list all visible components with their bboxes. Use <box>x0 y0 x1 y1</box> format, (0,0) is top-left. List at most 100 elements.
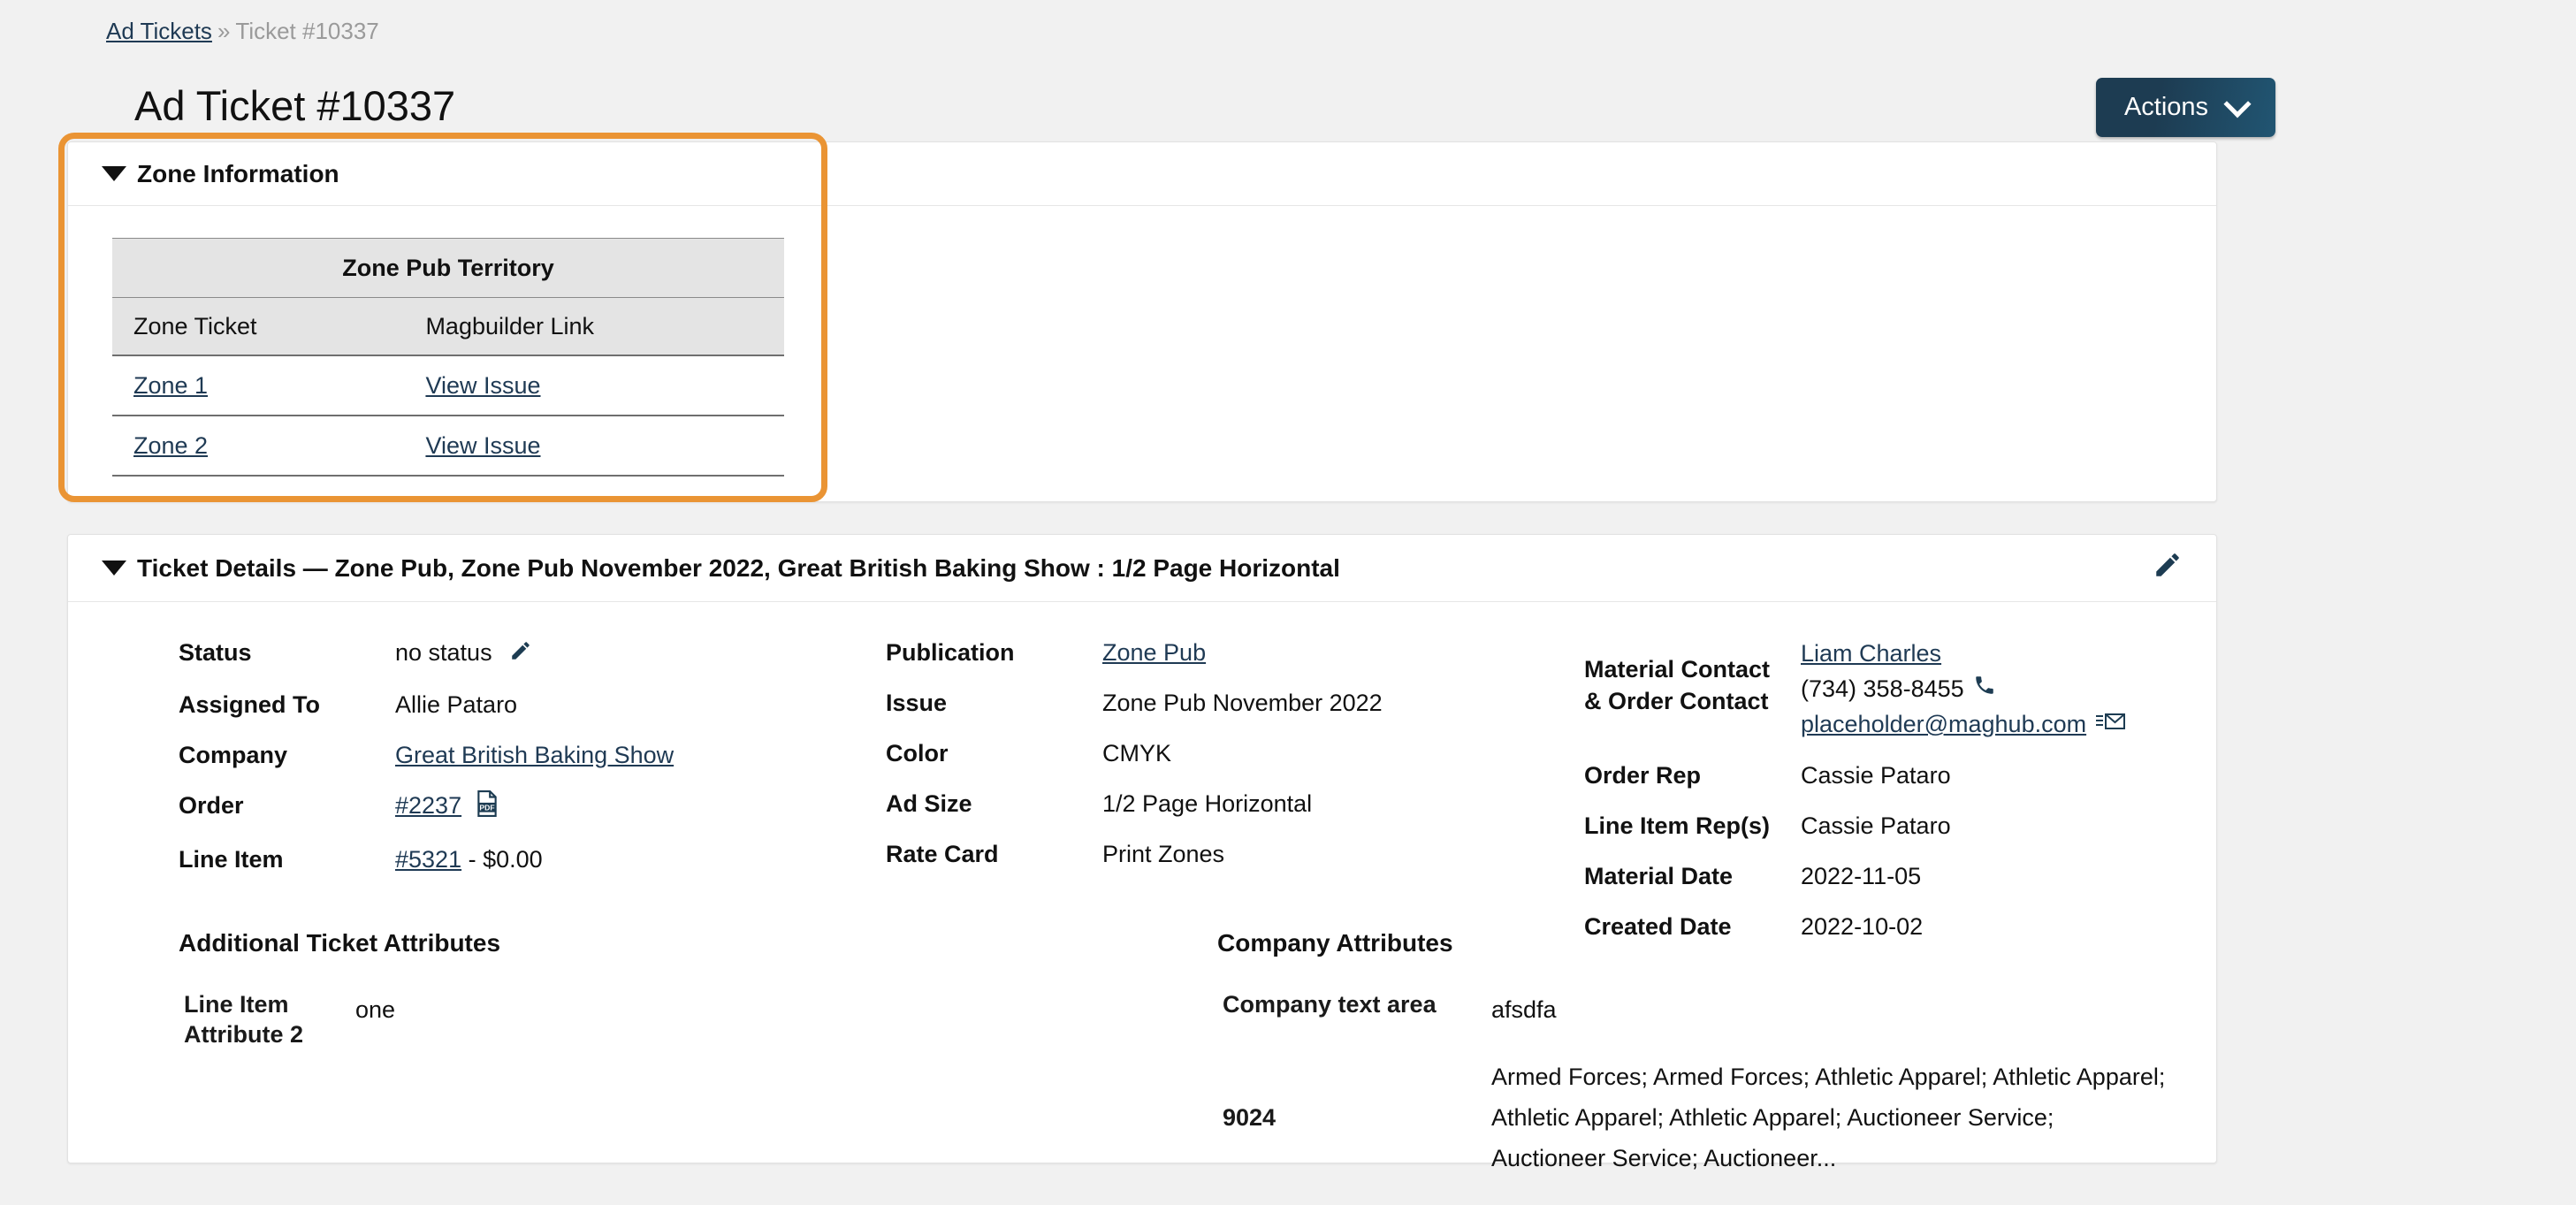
attribute-label: 9024 <box>1223 1104 1277 1131</box>
field-value: Cassie Pataro <box>1801 812 1951 839</box>
field-label: Order Rep <box>1584 762 1702 789</box>
section-title: Company Attributes <box>1217 929 1453 957</box>
field-label: Publication <box>886 639 1015 666</box>
field-material-order-contact: Material Contact & Order Contact Liam Ch… <box>1584 637 2256 740</box>
publication-link[interactable]: Zone Pub <box>1102 639 1206 666</box>
zone-ticket-link[interactable]: Zone 2 <box>133 432 208 459</box>
envelope-icon[interactable] <box>2095 708 2126 740</box>
table-row: Zone 1 View Issue <box>112 355 784 416</box>
contact-name-row: Liam Charles <box>1801 637 2125 669</box>
zone-information-title: Zone Information <box>137 159 339 187</box>
caret-down-icon[interactable] <box>102 166 126 181</box>
field-status: Status no status <box>179 637 744 669</box>
company-attributes: Company Attributes Company text area afs… <box>1217 929 2172 1205</box>
pdf-icon[interactable]: PDF <box>476 789 499 824</box>
field-label: Material Contact & Order Contact <box>1584 637 1801 717</box>
field-color: Color CMYK <box>886 738 1452 768</box>
zone-information-card: Zone Information Zone Pub Territory Zone… <box>67 141 2217 502</box>
attribute-label: Company text area <box>1223 991 1437 1018</box>
actions-button-label: Actions <box>2123 93 2209 121</box>
magbuilder-link-cell: View Issue <box>425 355 784 416</box>
details-column-2: Publication Zone Pub Issue Zone Pub Nove… <box>886 637 1452 889</box>
view-issue-link[interactable]: View Issue <box>425 432 540 459</box>
line-item-link[interactable]: #5321 <box>395 846 461 873</box>
attribute-value: afsdfa <box>1491 996 1557 1023</box>
zone-ticket-cell: Zone 1 <box>112 355 426 416</box>
field-label: Status <box>179 639 252 666</box>
breadcrumb-link-ad-tickets[interactable]: Ad Tickets <box>106 18 212 44</box>
field-order: Order #2237 PDF <box>179 789 744 824</box>
field-value: Zone Pub <box>1102 637 1206 667</box>
field-label: Assigned To <box>179 690 321 718</box>
field-value: 1/2 Page Horizontal <box>1102 790 1313 817</box>
table-row: Zone 2 View Issue <box>112 416 784 477</box>
field-value: Zone Pub November 2022 <box>1102 690 1383 716</box>
attribute-row: 9024 Armed Forces; Armed Forces; Athleti… <box>1217 1056 2172 1178</box>
field-value: #2237 PDF <box>395 789 499 824</box>
field-label: Rate Card <box>886 841 999 867</box>
phone-icon[interactable] <box>1973 673 1996 705</box>
zone-table-header-row: Zone Ticket Magbuilder Link <box>112 297 784 356</box>
field-label: Ad Size <box>886 790 972 817</box>
actions-button[interactable]: Actions <box>2096 78 2275 137</box>
field-issue: Issue Zone Pub November 2022 <box>886 688 1452 718</box>
contact-phone-row: (734) 358-8455 <box>1801 673 2125 705</box>
pencil-icon[interactable] <box>2153 550 2183 586</box>
field-label: Material Date <box>1584 863 1734 889</box>
zone-ticket-link[interactable]: Zone 1 <box>133 372 208 399</box>
zone-ticket-cell: Zone 2 <box>112 416 426 477</box>
page-title: Ad Ticket #10337 <box>134 82 456 130</box>
ticket-details-header: Ticket Details — Zone Pub, Zone Pub Nove… <box>68 535 2216 602</box>
ticket-details-body: Status no status Assigned To Allie Patar… <box>68 602 2216 1171</box>
details-column-3: Material Contact & Order Contact Liam Ch… <box>1584 637 2256 962</box>
field-line-item-reps: Line Item Rep(s) Cassie Pataro <box>1584 811 2256 841</box>
view-issue-link[interactable]: View Issue <box>425 372 540 399</box>
chevron-down-icon <box>2223 89 2252 118</box>
field-label: Color <box>886 740 949 766</box>
field-publication: Publication Zone Pub <box>886 637 1452 667</box>
field-value: Cassie Pataro <box>1801 762 1951 789</box>
field-label: Issue <box>886 690 948 716</box>
zone-information-body: Zone Pub Territory Zone Ticket Magbuilde… <box>68 206 2216 477</box>
caret-down-icon[interactable] <box>102 561 126 576</box>
attribute-value: Armed Forces; Armed Forces; Athletic App… <box>1491 1064 2166 1171</box>
field-value: Great British Baking Show <box>395 740 674 770</box>
zone-table-col-magbuilder-link: Magbuilder Link <box>425 297 784 356</box>
field-company: Company Great British Baking Show <box>179 740 744 770</box>
field-line-item: Line Item #5321 - $0.00 <box>179 844 744 874</box>
zone-information-header[interactable]: Zone Information <box>68 142 2216 206</box>
status-value: no status <box>395 639 492 666</box>
field-value: #5321 - $0.00 <box>395 844 543 874</box>
attribute-row: Company text area afsdfa <box>1217 989 2172 1030</box>
field-rate-card: Rate Card Print Zones <box>886 839 1452 869</box>
contact-email-link[interactable]: placeholder@maghub.com <box>1801 708 2086 740</box>
attribute-row: Line Item Attribute 2 one <box>179 989 850 1049</box>
zone-table-group-header-row: Zone Pub Territory <box>112 238 784 298</box>
order-link[interactable]: #2237 <box>395 792 461 819</box>
contact-name-link[interactable]: Liam Charles <box>1801 637 1941 669</box>
attribute-value: one <box>355 996 396 1023</box>
contact-label-line-1: Material Contact <box>1584 656 1771 683</box>
pencil-icon[interactable] <box>509 639 532 669</box>
section-title: Additional Ticket Attributes <box>179 929 501 957</box>
ticket-details-header-left[interactable]: Ticket Details — Zone Pub, Zone Pub Nove… <box>102 554 1340 583</box>
company-link[interactable]: Great British Baking Show <box>395 742 674 768</box>
field-label: Line Item <box>179 845 284 873</box>
field-ad-size: Ad Size 1/2 Page Horizontal <box>886 789 1452 819</box>
breadcrumb-separator: » <box>217 18 231 44</box>
ticket-details-card: Ticket Details — Zone Pub, Zone Pub Nove… <box>67 534 2217 1171</box>
breadcrumb-current: Ticket #10337 <box>235 18 379 44</box>
field-value: CMYK <box>1102 740 1172 766</box>
contact-email-row: placeholder@maghub.com <box>1801 708 2126 740</box>
field-value: Allie Pataro <box>395 690 518 718</box>
field-assigned-to: Assigned To Allie Pataro <box>179 690 744 720</box>
zone-table-group-header: Zone Pub Territory <box>112 238 784 298</box>
line-item-amount: - $0.00 <box>461 845 543 873</box>
breadcrumb: Ad Tickets» Ticket #10337 <box>106 18 379 44</box>
attribute-label: Line Item Attribute 2 <box>184 991 303 1048</box>
ad-ticket-page: Ad Tickets» Ticket #10337 Ad Ticket #1033… <box>0 0 2576 1176</box>
field-value: Print Zones <box>1102 841 1225 867</box>
field-label: Order <box>179 791 244 819</box>
zone-table: Zone Pub Territory Zone Ticket Magbuilde… <box>112 238 784 477</box>
field-label: Line Item Rep(s) <box>1584 812 1771 839</box>
